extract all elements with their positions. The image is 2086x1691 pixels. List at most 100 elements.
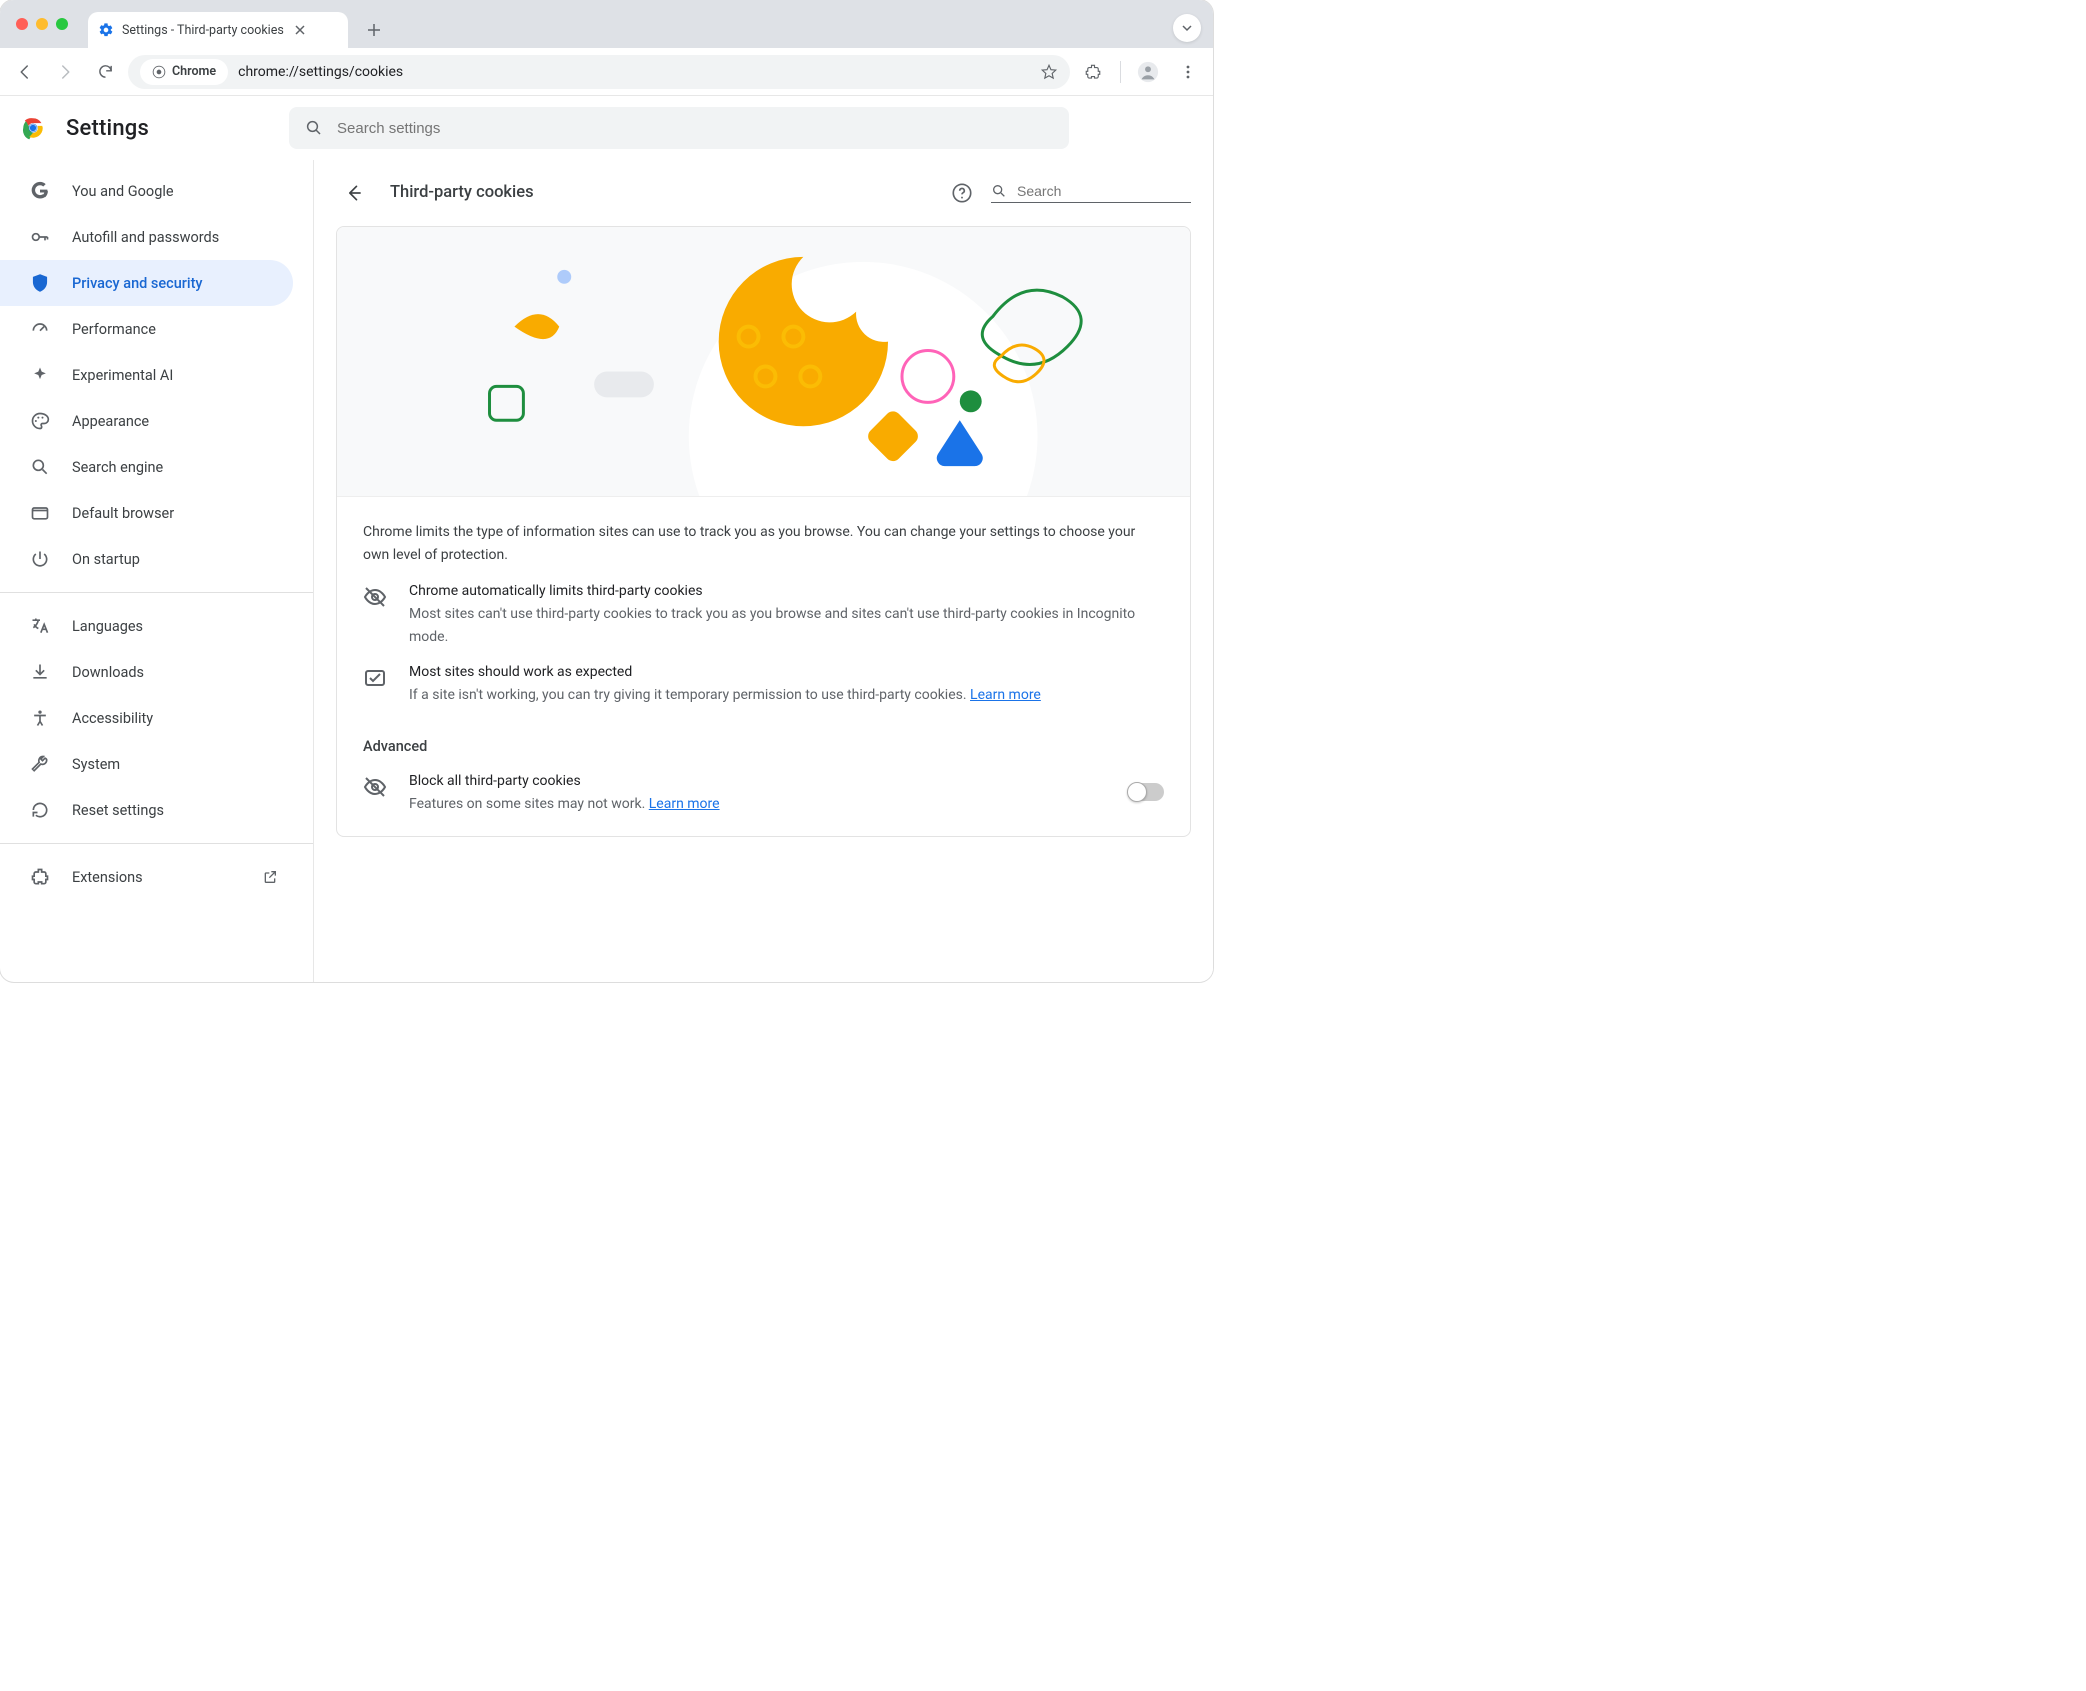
- download-icon: [30, 662, 50, 682]
- sidebar-item-reset[interactable]: Reset settings: [0, 787, 293, 833]
- sidebar-item-label: Experimental AI: [72, 367, 173, 384]
- sidebar-item-on-startup[interactable]: On startup: [0, 536, 293, 582]
- divider: [0, 592, 313, 593]
- info-title: Most sites should work as expected: [409, 664, 1041, 680]
- check-box-icon: [363, 666, 387, 690]
- page-title: Settings: [66, 116, 149, 141]
- settings-search-input[interactable]: [337, 120, 1053, 137]
- sidebar-item-downloads[interactable]: Downloads: [0, 649, 293, 695]
- advanced-section-label: Advanced: [337, 716, 1190, 759]
- menu-button[interactable]: [1171, 55, 1205, 89]
- google-g-icon: [30, 181, 50, 201]
- sidebar-item-search-engine[interactable]: Search engine: [0, 444, 293, 490]
- close-tab-button[interactable]: [292, 22, 308, 38]
- toggle-title: Block all third-party cookies: [409, 773, 1106, 789]
- settings-header: Settings: [0, 96, 1213, 160]
- sidebar-item-label: Downloads: [72, 664, 144, 681]
- tab-title: Settings - Third-party cookies: [122, 23, 284, 38]
- block-all-cookies-row: Block all third-party cookies Features o…: [337, 759, 1190, 835]
- translate-icon: [30, 616, 50, 636]
- sidebar-item-extensions[interactable]: Extensions: [0, 854, 293, 900]
- bookmark-star-icon[interactable]: [1040, 63, 1058, 81]
- sidebar-item-label: Autofill and passwords: [72, 229, 219, 246]
- sidebar-item-label: You and Google: [72, 183, 174, 200]
- inline-search-input[interactable]: [1017, 183, 1198, 199]
- learn-more-link[interactable]: Learn more: [649, 796, 720, 812]
- tab-list-button[interactable]: [1173, 14, 1201, 42]
- sparkle-icon: [30, 365, 50, 385]
- sidebar-item-label: Reset settings: [72, 802, 164, 819]
- open-external-icon: [262, 869, 278, 885]
- info-should-work: Most sites should work as expected If a …: [337, 658, 1190, 716]
- divider: [0, 843, 313, 844]
- puzzle-icon: [30, 867, 50, 887]
- sidebar-item-label: Appearance: [72, 413, 149, 430]
- sidebar-item-system[interactable]: System: [0, 741, 293, 787]
- gear-icon: [98, 22, 114, 38]
- search-icon: [30, 457, 50, 477]
- hero-illustration: [337, 227, 1190, 497]
- info-title: Chrome automatically limits third-party …: [409, 583, 1164, 599]
- sidebar-item-default-browser[interactable]: Default browser: [0, 490, 293, 536]
- reload-button[interactable]: [88, 55, 122, 89]
- info-sub-text: If a site isn't working, you can try giv…: [409, 687, 970, 703]
- tab-strip: Settings - Third-party cookies: [0, 0, 1213, 48]
- settings-search[interactable]: [289, 107, 1069, 149]
- sidebar-item-privacy-security[interactable]: Privacy and security: [0, 260, 293, 306]
- sidebar-item-autofill[interactable]: Autofill and passwords: [0, 214, 293, 260]
- toggle-sub: Features on some sites may not work. Lea…: [409, 793, 1106, 815]
- subpage-header: Third-party cookies: [314, 160, 1213, 226]
- intro-text: Chrome limits the type of information si…: [337, 497, 1190, 577]
- tab-icon: [30, 503, 50, 523]
- learn-more-link[interactable]: Learn more: [970, 687, 1041, 703]
- sidebar-item-performance[interactable]: Performance: [0, 306, 293, 352]
- forward-button[interactable]: [48, 55, 82, 89]
- separator: [1120, 61, 1121, 83]
- profile-button[interactable]: [1131, 55, 1165, 89]
- search-icon: [991, 183, 1007, 199]
- eye-off-icon: [363, 775, 387, 799]
- search-icon: [305, 119, 323, 137]
- eye-off-icon: [363, 585, 387, 609]
- sidebar-item-you-and-google[interactable]: You and Google: [0, 168, 293, 214]
- new-tab-button[interactable]: [360, 16, 388, 44]
- sidebar-item-label: Extensions: [72, 869, 143, 886]
- gauge-icon: [30, 319, 50, 339]
- sidebar-item-languages[interactable]: Languages: [0, 603, 293, 649]
- shield-icon: [30, 273, 50, 293]
- subpage-title: Third-party cookies: [390, 183, 534, 202]
- sidebar-item-label: On startup: [72, 551, 140, 568]
- address-bar[interactable]: Chrome chrome://settings/cookies: [128, 55, 1070, 89]
- minimize-window-button[interactable]: [36, 18, 48, 30]
- sidebar-item-experimental-ai[interactable]: Experimental AI: [0, 352, 293, 398]
- sidebar-item-appearance[interactable]: Appearance: [0, 398, 293, 444]
- close-window-button[interactable]: [16, 18, 28, 30]
- chrome-logo-icon: [20, 115, 46, 141]
- maximize-window-button[interactable]: [56, 18, 68, 30]
- help-button[interactable]: [951, 182, 973, 204]
- site-chip-label: Chrome: [172, 64, 216, 79]
- site-chip[interactable]: Chrome: [140, 59, 228, 85]
- chrome-icon: [152, 65, 166, 79]
- sidebar-item-label: Accessibility: [72, 710, 153, 727]
- reset-icon: [30, 800, 50, 820]
- sidebar-item-label: Default browser: [72, 505, 174, 522]
- palette-icon: [30, 411, 50, 431]
- sidebar-item-accessibility[interactable]: Accessibility: [0, 695, 293, 741]
- accessibility-icon: [30, 708, 50, 728]
- wrench-icon: [30, 754, 50, 774]
- browser-tab[interactable]: Settings - Third-party cookies: [88, 12, 348, 48]
- back-button[interactable]: [8, 55, 42, 89]
- sidebar-item-label: Search engine: [72, 459, 163, 476]
- inline-search[interactable]: [991, 183, 1191, 203]
- url-text: chrome://settings/cookies: [238, 64, 403, 80]
- power-icon: [30, 549, 50, 569]
- cookies-card: Chrome limits the type of information si…: [336, 226, 1191, 837]
- info-sub: Most sites can't use third-party cookies…: [409, 603, 1164, 648]
- extensions-button[interactable]: [1076, 55, 1110, 89]
- settings-sidebar: You and Google Autofill and passwords Pr…: [0, 160, 314, 982]
- subpage-back-button[interactable]: [336, 175, 372, 211]
- block-all-cookies-toggle[interactable]: [1128, 783, 1164, 801]
- sidebar-item-label: Languages: [72, 618, 143, 635]
- info-sub: If a site isn't working, you can try giv…: [409, 684, 1041, 706]
